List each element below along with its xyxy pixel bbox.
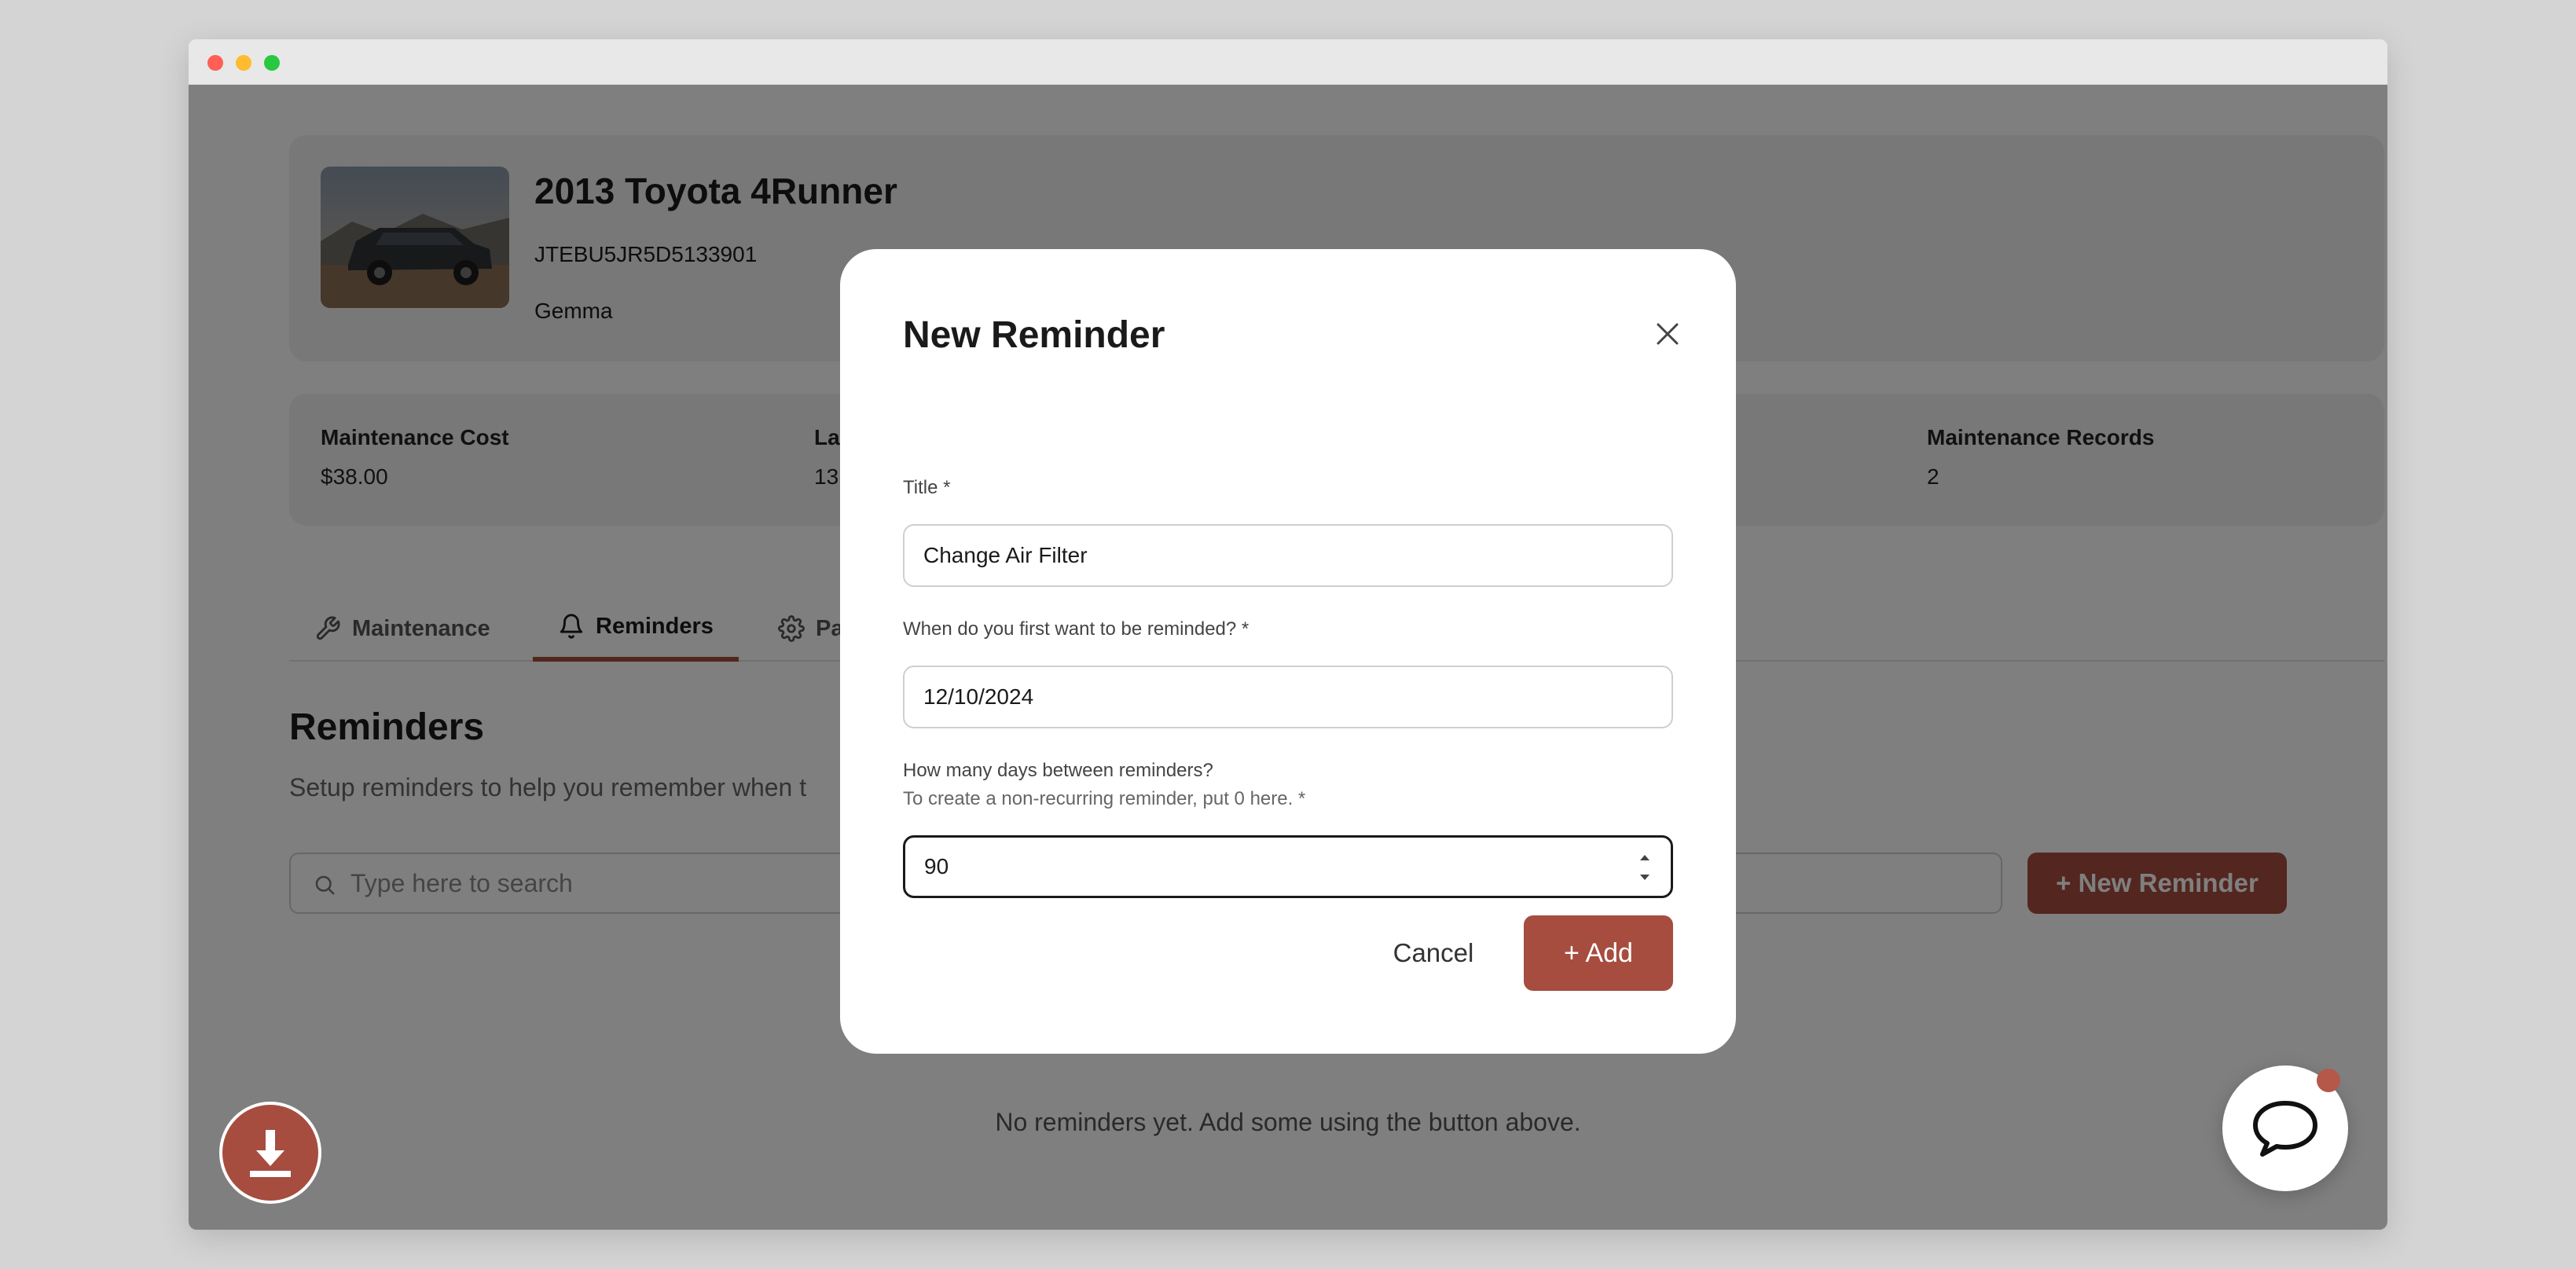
notification-badge — [2317, 1069, 2340, 1092]
app-window: 2013 Toyota 4Runner JTEBU5JR5D5133901 Ge… — [189, 39, 2387, 1230]
minimize-window-button[interactable] — [236, 55, 251, 71]
days-field-hint: To create a non-recurring reminder, put … — [903, 788, 1306, 809]
title-field[interactable] — [903, 524, 1673, 587]
date-field[interactable] — [903, 666, 1673, 728]
add-button[interactable]: + Add — [1524, 915, 1673, 991]
chat-bubble-icon — [2253, 1101, 2317, 1157]
download-icon — [250, 1130, 291, 1177]
cancel-button[interactable]: Cancel — [1374, 915, 1492, 991]
close-window-button[interactable] — [207, 55, 223, 71]
date-field-label: When do you first want to be reminded? * — [903, 618, 1249, 640]
close-icon[interactable] — [1653, 320, 1682, 348]
maximize-window-button[interactable] — [264, 55, 280, 71]
window-titlebar — [189, 39, 2387, 85]
number-stepper-icon[interactable] — [1634, 846, 1656, 889]
days-field-label: How many days between reminders? — [903, 760, 1213, 781]
download-button[interactable] — [219, 1102, 321, 1204]
new-reminder-modal: New Reminder Title * When do you first w… — [840, 249, 1736, 1054]
modal-title: New Reminder — [903, 314, 1165, 356]
title-field-label: Title * — [903, 477, 951, 498]
days-field[interactable] — [903, 835, 1673, 898]
